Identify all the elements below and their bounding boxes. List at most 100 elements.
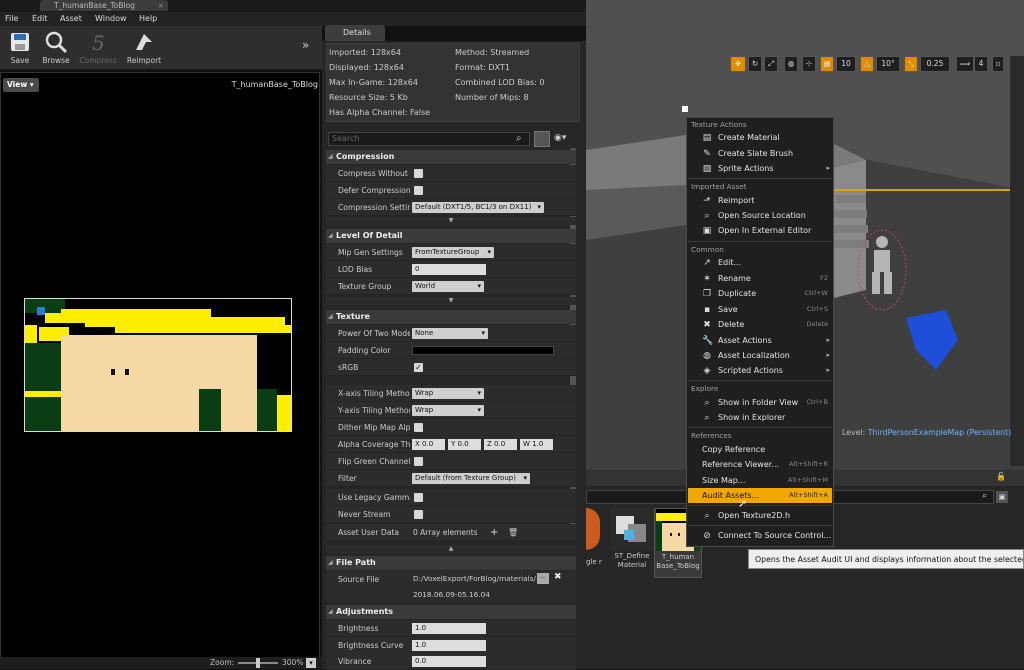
section-adjustments[interactable]: Adjustments xyxy=(326,605,576,619)
flip-green-checkbox[interactable] xyxy=(414,457,423,466)
browse-button[interactable]: Browse xyxy=(36,26,76,70)
angle-snap-icon[interactable]: △ xyxy=(860,56,874,72)
brightness-curve-input[interactable]: 1.0 xyxy=(412,640,486,651)
expand-lod-advanced[interactable]: ▼ xyxy=(326,297,576,305)
menu-asset-localization[interactable]: ◍ Asset Localization ▸ xyxy=(688,348,832,363)
alpha-w-input[interactable]: W 1.0 xyxy=(520,439,553,450)
save-search-icon[interactable]: ▣ xyxy=(996,491,1008,503)
compression-setting-dropdown[interactable]: Default (DXT1/5, BC1/3 on DX11) xyxy=(412,202,544,213)
texture-group-dropdown[interactable]: World xyxy=(412,281,484,292)
maximize-viewport-icon[interactable]: ▫ xyxy=(992,56,1004,72)
grid-size-value[interactable]: 10 xyxy=(836,56,856,72)
zoom-slider-handle[interactable] xyxy=(256,658,260,668)
menu-asset-actions[interactable]: 🔧 Asset Actions ▸ xyxy=(688,333,832,348)
menu-open-source-location[interactable]: ⌕ Open Source Location xyxy=(688,208,832,223)
trash-icon[interactable]: 🗑 xyxy=(508,524,518,541)
tab-details[interactable]: Details xyxy=(325,25,385,41)
toolbar-overflow-icon[interactable]: » xyxy=(302,38,309,52)
menu-duplicate[interactable]: ❐ Duplicate Ctrl+W xyxy=(688,286,832,301)
menu-show-in-explorer[interactable]: ⌕ Show in Explorer xyxy=(688,410,832,425)
reimport-button[interactable]: Reimport xyxy=(124,26,164,70)
section-file-path[interactable]: File Path xyxy=(326,556,576,570)
x-tiling-dropdown[interactable]: Wrap xyxy=(412,388,484,399)
menu-sprite-actions[interactable]: ▨ Sprite Actions ▸ xyxy=(688,161,832,176)
srgb-checkbox[interactable]: ✓ xyxy=(414,363,423,372)
menu-window[interactable]: Window xyxy=(95,12,127,26)
section-compression[interactable]: Compression xyxy=(326,150,576,164)
camera-speed-icon[interactable]: ⟹ xyxy=(956,56,974,72)
section-texture[interactable]: Texture xyxy=(326,310,576,324)
rename-icon: ✶ xyxy=(703,274,711,284)
menu-delete[interactable]: ✖ Delete Delete xyxy=(688,317,832,332)
compress-without-alpha-checkbox[interactable] xyxy=(414,169,423,178)
filter-dropdown[interactable]: Default (from Texture Group) xyxy=(412,473,530,484)
eye-icon[interactable]: ◉▾ xyxy=(554,133,566,143)
folder-search-icon: ⌕ xyxy=(704,211,710,221)
menu-file[interactable]: File xyxy=(5,12,18,26)
zoom-dropdown-icon[interactable]: ▾ xyxy=(306,658,316,668)
row-mip-gen: Mip Gen Settings FromTextureGroup xyxy=(326,244,576,261)
menu-save[interactable]: ▪ Save Ctrl+S xyxy=(688,302,832,317)
menu-separator xyxy=(688,525,832,526)
alpha-y-input[interactable]: Y 0.0 xyxy=(448,439,481,450)
menu-label: Sprite Actions xyxy=(718,164,774,173)
menu-open-external-editor[interactable]: ▣ Open In External Editor xyxy=(688,223,832,238)
lock-icon[interactable]: 🔓 xyxy=(996,472,1006,481)
menu-show-in-folder[interactable]: ⌕ Show in Folder View Ctrl+B xyxy=(688,395,832,410)
grid-snap-icon[interactable]: ▦ xyxy=(820,56,834,72)
brightness-input[interactable]: 1.0 xyxy=(412,623,486,634)
mip-gen-dropdown[interactable]: FromTextureGroup xyxy=(412,247,494,258)
menu-edit[interactable]: ↗ Edit... xyxy=(688,255,832,270)
menu-create-material[interactable]: ▤ Create Material xyxy=(688,130,832,145)
browse-file-button[interactable]: … xyxy=(537,573,549,584)
padding-color-swatch[interactable] xyxy=(412,346,554,355)
menu-rename[interactable]: ✶ Rename F2 xyxy=(688,271,832,286)
menu-audit-assets[interactable]: Audit Assets... Alt+Shift+A xyxy=(688,488,832,503)
menu-asset[interactable]: Asset xyxy=(60,12,82,26)
collapse-texture-advanced[interactable]: ▲ xyxy=(326,545,576,553)
scale-snap-icon[interactable]: ⤡ xyxy=(904,56,918,72)
details-search-input[interactable]: Search xyxy=(328,132,530,146)
lod-bias-input[interactable]: 0 xyxy=(412,264,486,275)
surface-snap-icon[interactable]: ⊹ xyxy=(802,56,816,72)
menu-edit[interactable]: Edit xyxy=(32,12,48,26)
menu-connect-source-control[interactable]: ⊘ Connect To Source Control... xyxy=(688,528,832,543)
compress-button[interactable]: 5 Compress xyxy=(78,26,118,70)
menu-open-header[interactable]: ⌕ Open Texture2D.h xyxy=(688,508,832,523)
angle-snap-value[interactable]: 10° xyxy=(876,56,900,72)
translate-mode-icon[interactable]: ✥ xyxy=(730,56,746,72)
alpha-z-input[interactable]: Z 0.0 xyxy=(484,439,517,450)
menu-create-slate-brush[interactable]: ✎ Create Slate Brush xyxy=(688,146,832,161)
asset-item[interactable]: ST_Define Material xyxy=(608,508,656,578)
legacy-gamma-checkbox[interactable] xyxy=(414,493,423,502)
menu-reimport[interactable]: ⬏ Reimport xyxy=(688,193,832,208)
defer-compression-checkbox[interactable] xyxy=(414,186,423,195)
close-icon[interactable]: × xyxy=(158,0,164,11)
menu-size-map[interactable]: Size Map... Alt+Shift+M xyxy=(688,473,832,488)
alpha-x-input[interactable]: X 0.0 xyxy=(412,439,445,450)
never-stream-checkbox[interactable] xyxy=(414,510,423,519)
document-tab[interactable]: T_humanBase_ToBlog × xyxy=(40,0,168,11)
scale-snap-value[interactable]: 0.25 xyxy=(920,56,950,72)
expand-compression-advanced[interactable]: ▼ xyxy=(326,217,576,225)
scale-mode-icon[interactable]: ⤢ xyxy=(764,56,778,72)
section-level-of-detail[interactable]: Level Of Detail xyxy=(326,229,576,243)
menu-copy-reference[interactable]: Copy Reference xyxy=(688,442,832,457)
y-tiling-dropdown[interactable]: Wrap xyxy=(412,405,484,416)
grid-view-icon[interactable] xyxy=(534,131,550,147)
menu-reference-viewer[interactable]: Reference Viewer... Alt+Shift+R xyxy=(688,457,832,472)
cpp-icon: ⌕ xyxy=(704,511,710,521)
camera-speed-value[interactable]: 4 xyxy=(974,56,988,72)
world-space-icon[interactable]: ◍ xyxy=(784,56,798,72)
vibrance-input[interactable]: 0.0 xyxy=(412,656,486,667)
power-of-two-dropdown[interactable]: None xyxy=(412,328,488,339)
view-button[interactable]: View ▾ xyxy=(3,78,39,92)
menu-help[interactable]: Help xyxy=(139,12,157,26)
save-button[interactable]: Save xyxy=(0,26,40,70)
rotate-mode-icon[interactable]: ↻ xyxy=(748,56,762,72)
add-element-icon[interactable]: + xyxy=(490,524,498,541)
menu-bar: File Edit Asset Window Help xyxy=(0,12,586,26)
dither-mip-checkbox[interactable] xyxy=(414,423,423,432)
menu-scripted-actions[interactable]: ◈ Scripted Actions ▸ xyxy=(688,363,832,378)
clear-file-icon[interactable]: ✖ xyxy=(554,572,562,582)
